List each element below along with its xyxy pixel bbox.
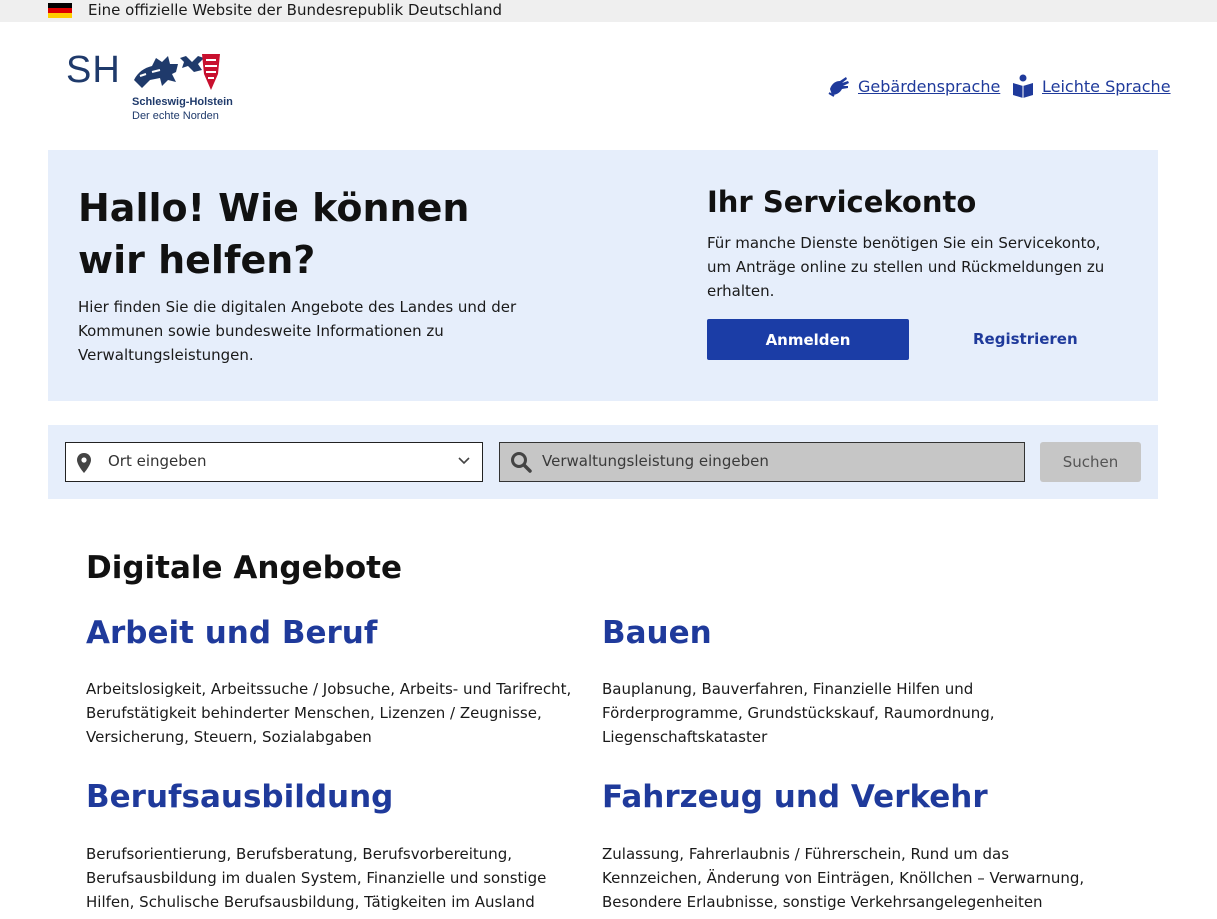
logo-name: Schleswig-Holstein xyxy=(132,96,233,108)
category-link-bauen[interactable]: Bauen xyxy=(602,613,712,653)
register-link[interactable]: Registrieren xyxy=(973,328,1078,350)
digital-offers-title: Digitale Angebote xyxy=(86,550,402,586)
search-bar: Ort eingeben Verwaltungsleistung eingebe… xyxy=(48,425,1158,499)
chevron-down-icon xyxy=(458,457,470,465)
category-link-arbeit-und-beruf[interactable]: Arbeit und Beruf xyxy=(86,613,377,653)
coat-of-arms-icon xyxy=(134,54,220,90)
login-button[interactable]: Anmelden xyxy=(707,319,909,360)
official-website-text: Eine offizielle Website der Bundesrepubl… xyxy=(88,1,503,19)
category-description: Zulassung, Fahrerlaubnis / Führerschein,… xyxy=(602,845,1085,911)
german-flag-icon xyxy=(48,3,72,18)
category-description: Berufsorientierung, Berufsberatung, Beru… xyxy=(86,845,547,911)
schleswig-holstein-logo[interactable]: SH Schleswig-Holstein Der echte Norden xyxy=(66,48,241,124)
official-website-bar: Eine offizielle Website der Bundesrepubl… xyxy=(0,0,1217,22)
logo-short: SH xyxy=(66,49,121,91)
category-link-fahrzeug-und-verkehr[interactable]: Fahrzeug und Verkehr xyxy=(602,777,988,817)
hero-title: Hallo! Wie können wir helfen? xyxy=(78,186,470,282)
easy-language-icon xyxy=(1013,74,1033,98)
category-description: Bauplanung, Bauverfahren, Finanzielle Hi… xyxy=(602,680,995,746)
easy-language-link[interactable]: Leichte Sprache xyxy=(1012,72,1171,100)
servicekonto-title: Ihr Servicekonto xyxy=(707,185,977,219)
service-search-input[interactable]: Verwaltungsleistung eingeben xyxy=(499,442,1025,482)
servicekonto-text: Für manche Dienste benötigen Sie ein Ser… xyxy=(707,234,1105,300)
category-link-berufsausbildung[interactable]: Berufsausbildung xyxy=(86,777,393,817)
hero-panel: Hallo! Wie können wir helfen? Hier finde… xyxy=(48,150,1158,401)
logo-tagline: Der echte Norden xyxy=(132,110,219,122)
category-description: Arbeitslosigkeit, Arbeitssuche / Jobsuch… xyxy=(86,680,572,746)
sign-language-label: Gebärdensprache xyxy=(858,76,1001,96)
map-pin-icon xyxy=(77,453,91,473)
hero-text: Hier finden Sie die digitalen Angebote d… xyxy=(78,298,517,364)
location-select[interactable]: Ort eingeben xyxy=(65,442,483,482)
service-search-placeholder: Verwaltungsleistung eingeben xyxy=(542,452,769,470)
search-button[interactable]: Suchen xyxy=(1040,442,1141,482)
sign-language-link[interactable]: Gebärdensprache xyxy=(828,72,1000,100)
location-placeholder: Ort eingeben xyxy=(108,452,207,470)
easy-language-label: Leichte Sprache xyxy=(1042,76,1171,96)
search-icon xyxy=(511,452,532,473)
sign-language-icon xyxy=(828,77,849,97)
